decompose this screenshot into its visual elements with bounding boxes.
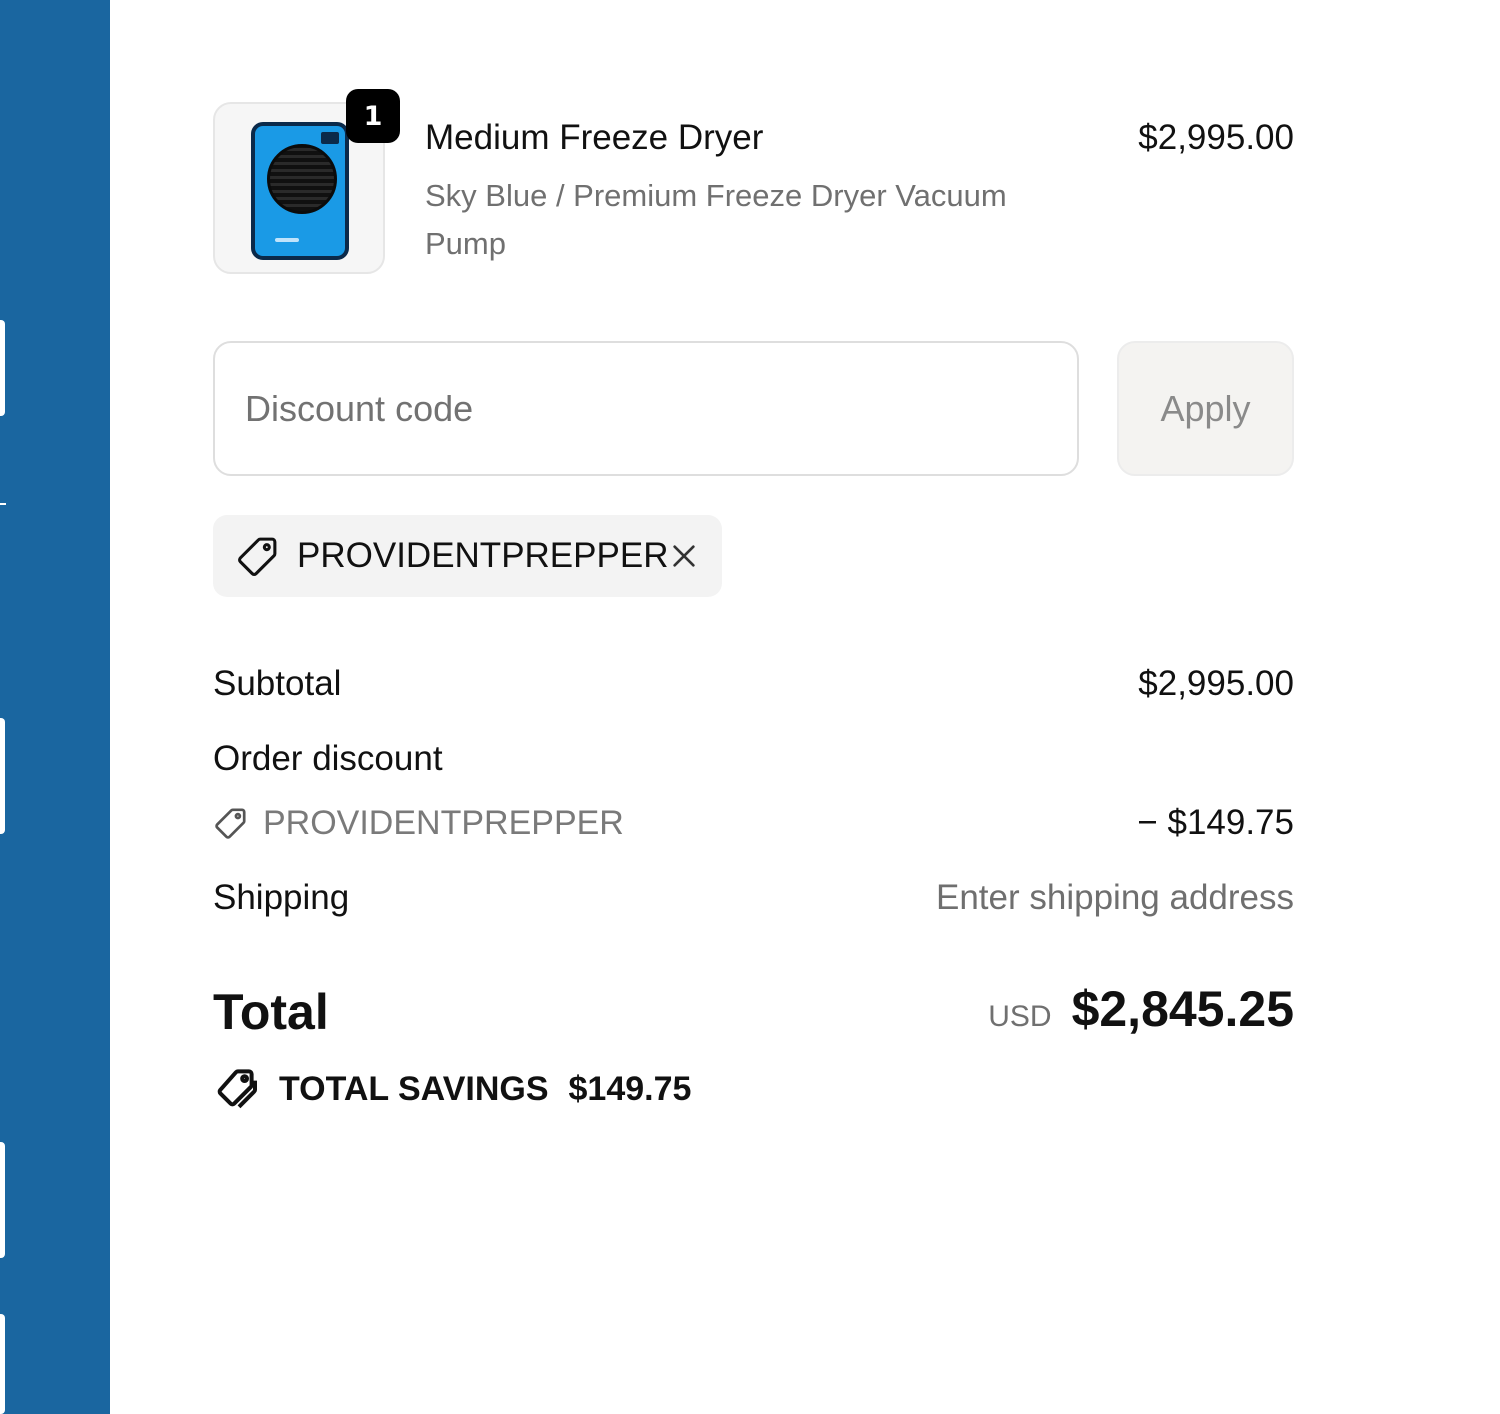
- applied-discount-code: PROVIDENTPREPPER: [297, 536, 669, 575]
- dryer-logo: [275, 238, 299, 242]
- product-price: $2,995.00: [1138, 118, 1294, 157]
- total-value: USD $2,845.25: [988, 980, 1294, 1038]
- close-icon: [673, 545, 696, 567]
- shipping-label: Shipping: [213, 878, 350, 917]
- subtotal-value: $2,995.00: [1138, 664, 1294, 703]
- dryer-control-panel: [321, 132, 339, 144]
- sidebar-edge-marker: [0, 1142, 5, 1258]
- product-variant: Sky Blue / Premium Freeze Dryer Vacuum P…: [425, 178, 1007, 261]
- discount-code-input[interactable]: [213, 341, 1079, 476]
- total-savings: TOTAL SAVINGS $149.75: [213, 1064, 691, 1114]
- tag-icon: [238, 537, 277, 576]
- total-savings-value: $149.75: [568, 1069, 692, 1108]
- freeze-dryer-image: [251, 122, 349, 260]
- total-label: Total: [213, 984, 329, 1040]
- sidebar-edge-marker: [0, 320, 5, 416]
- product-name: Medium Freeze Dryer: [425, 118, 764, 157]
- order-discount-code: PROVIDENTPREPPER: [213, 800, 624, 846]
- currency-code: USD: [988, 1000, 1052, 1033]
- sidebar-edge-marker: [0, 1314, 5, 1414]
- checkout-page: 1 Medium Freeze Dryer Sky Blue / Premium…: [0, 0, 1500, 1414]
- total-amount: $2,845.25: [1071, 981, 1294, 1037]
- sidebar-edge-marker: [0, 718, 5, 834]
- apply-discount-button[interactable]: Apply: [1117, 341, 1294, 476]
- subtotal-label: Subtotal: [213, 664, 342, 703]
- quantity-badge: 1: [346, 89, 400, 143]
- left-sidebar-panel: [0, 0, 110, 1414]
- order-discount-value: − $149.75: [1137, 803, 1294, 842]
- discount-code-text: PROVIDENTPREPPER: [263, 803, 624, 842]
- shipping-value: Enter shipping address: [936, 878, 1294, 917]
- sidebar-edge-tick: [0, 503, 6, 505]
- tags-icon: [217, 1069, 257, 1109]
- total-savings-label: TOTAL SAVINGS: [279, 1069, 549, 1108]
- applied-discount-chip: PROVIDENTPREPPER: [213, 515, 722, 597]
- remove-discount-button[interactable]: [668, 536, 700, 576]
- order-discount-label: Order discount: [213, 739, 443, 778]
- tag-icon: [215, 808, 246, 839]
- cart-line-item: 1 Medium Freeze Dryer Sky Blue / Premium…: [213, 89, 1294, 280]
- dryer-porthole: [267, 144, 337, 214]
